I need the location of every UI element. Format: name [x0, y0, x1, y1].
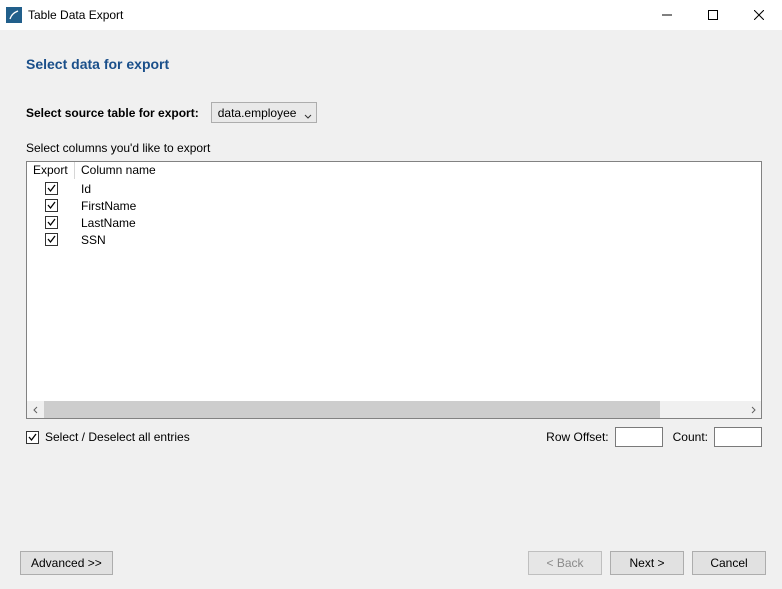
minimize-button[interactable]: [644, 0, 690, 30]
source-table-row: Select source table for export: data.emp…: [26, 102, 762, 123]
export-checkbox[interactable]: [45, 199, 58, 212]
page-heading: Select data for export: [26, 56, 782, 72]
table-row[interactable]: Id: [27, 180, 761, 197]
header-column-name[interactable]: Column name: [75, 162, 761, 179]
cancel-button[interactable]: Cancel: [692, 551, 766, 575]
select-all-label: Select / Deselect all entries: [45, 430, 190, 444]
select-all-group: Select / Deselect all entries: [26, 430, 536, 444]
export-checkbox[interactable]: [45, 182, 58, 195]
export-cell: [27, 216, 75, 229]
dialog-window: Table Data Export Select data for export…: [0, 0, 782, 589]
scroll-left-icon[interactable]: [27, 401, 44, 418]
horizontal-scrollbar[interactable]: [27, 401, 761, 418]
table-header: Export Column name: [27, 162, 761, 180]
window-title: Table Data Export: [28, 8, 644, 22]
scrollbar-track[interactable]: [44, 401, 744, 418]
column-name-cell: LastName: [75, 216, 761, 230]
next-button[interactable]: Next >: [610, 551, 684, 575]
export-checkbox[interactable]: [45, 233, 58, 246]
table-row[interactable]: LastName: [27, 214, 761, 231]
count-label: Count:: [673, 430, 708, 444]
source-table-select[interactable]: data.employee: [211, 102, 318, 123]
export-cell: [27, 199, 75, 212]
app-icon: [6, 7, 22, 23]
column-name-cell: FirstName: [75, 199, 761, 213]
scrollbar-thumb[interactable]: [44, 401, 660, 418]
content-area: Select data for export Select source tab…: [0, 30, 782, 589]
back-button: < Back: [528, 551, 602, 575]
title-bar: Table Data Export: [0, 0, 782, 30]
table-row[interactable]: FirstName: [27, 197, 761, 214]
close-button[interactable]: [736, 0, 782, 30]
footer-bar: Advanced >> < Back Next > Cancel: [0, 537, 782, 589]
heading-area: Select data for export: [0, 30, 782, 92]
select-all-checkbox[interactable]: [26, 431, 39, 444]
count-input[interactable]: [714, 427, 762, 447]
columns-table: Export Column name Id FirstName LastName SS…: [26, 161, 762, 419]
export-checkbox[interactable]: [45, 216, 58, 229]
below-table-row: Select / Deselect all entries Row Offset…: [26, 427, 762, 447]
header-export[interactable]: Export: [27, 162, 75, 179]
advanced-button[interactable]: Advanced >>: [20, 551, 113, 575]
row-offset-label: Row Offset:: [546, 430, 608, 444]
column-name-cell: Id: [75, 182, 761, 196]
row-offset-input[interactable]: [615, 427, 663, 447]
maximize-button[interactable]: [690, 0, 736, 30]
column-name-cell: SSN: [75, 233, 761, 247]
body-area: Select source table for export: data.emp…: [0, 92, 782, 537]
offset-group: Row Offset: Count:: [536, 427, 762, 447]
source-table-value: data.employee: [211, 102, 318, 123]
export-cell: [27, 233, 75, 246]
source-table-label: Select source table for export:: [26, 106, 199, 120]
export-cell: [27, 182, 75, 195]
columns-instruction: Select columns you'd like to export: [26, 141, 762, 155]
scroll-right-icon[interactable]: [744, 401, 761, 418]
table-body: Id FirstName LastName SSN: [27, 180, 761, 401]
table-row[interactable]: SSN: [27, 231, 761, 248]
